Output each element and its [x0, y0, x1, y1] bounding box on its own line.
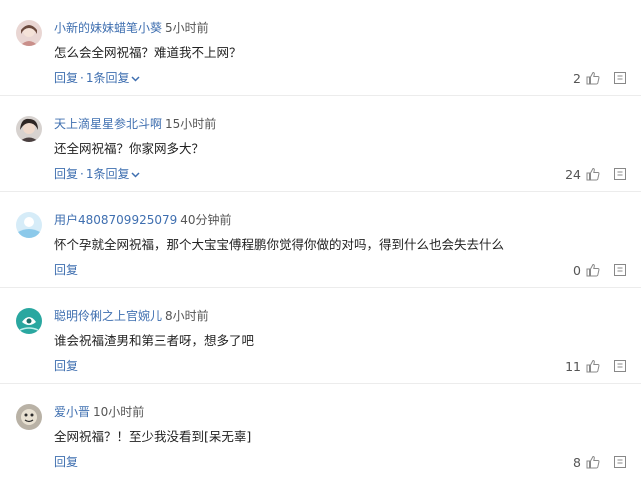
username-link[interactable]: 聪明伶俐之上官婉儿 — [54, 309, 162, 323]
comment-meta: 小新的妹妹蜡笔小葵 5小时前 — [54, 20, 209, 36]
timestamp: 8小时前 — [165, 309, 209, 323]
comment-box-icon[interactable] — [613, 359, 627, 373]
reply-button[interactable]: 回复 — [54, 167, 78, 181]
comment-item: 爱小晋 10小时前 全网祝福？！至少我没看到[呆无辜] 回复 8 — [0, 384, 641, 480]
comment-box-icon[interactable] — [613, 167, 627, 181]
comment-item: 聪明伶俐之上官婉儿 8小时前 谁会祝福渣男和第三者呀，想多了吧 回复 11 — [0, 288, 641, 384]
comment-item: 用户4808709925079 40分钟前 怀个孕就全网祝福，那个大宝宝傅程鹏你觉… — [0, 192, 641, 288]
like-count: 8 — [573, 454, 581, 470]
comment-right-actions: 24 — [565, 166, 627, 182]
avatar-default-blue-icon — [16, 212, 42, 238]
comment-actions: 回复 · 1条回复 — [54, 70, 141, 86]
like-count: 24 — [565, 166, 581, 182]
like-count: 0 — [573, 262, 581, 278]
comment-text: 还全网祝福？你家网多大？ — [54, 141, 205, 156]
comment-actions: 回复 — [54, 454, 78, 470]
thumbs-up-icon[interactable] — [586, 359, 600, 373]
comment-text: 怎么会全网祝福？难道我不上网？ — [54, 45, 242, 60]
comment-right-actions: 8 — [573, 454, 627, 470]
avatar-teal-icon — [16, 308, 42, 334]
comment-meta: 聪明伶俐之上官婉儿 8小时前 — [54, 308, 209, 324]
thumbs-up-icon[interactable] — [586, 167, 600, 181]
avatar-dark-hair-icon — [16, 116, 42, 142]
username-link[interactable]: 爱小晋 — [54, 405, 90, 419]
comment-right-actions: 0 — [573, 262, 627, 278]
reply-button[interactable]: 回复 — [54, 71, 78, 85]
reply-button[interactable]: 回复 — [54, 455, 78, 469]
like-count: 2 — [573, 70, 581, 86]
chevron-down-icon — [131, 75, 141, 82]
timestamp: 10小时前 — [93, 405, 145, 419]
username-link[interactable]: 用户4808709925079 — [54, 213, 177, 227]
comment-text: 全网祝福？！至少我没看到[呆无辜] — [54, 429, 252, 444]
comment-box-icon[interactable] — [613, 455, 627, 469]
reply-button[interactable]: 回复 — [54, 359, 78, 373]
timestamp: 15小时前 — [165, 117, 217, 131]
thumbs-up-icon[interactable] — [586, 263, 600, 277]
timestamp: 40分钟前 — [180, 213, 232, 227]
avatar[interactable] — [16, 116, 42, 142]
avatar[interactable] — [16, 212, 42, 238]
comment-meta: 天上滴星星参北斗啊 15小时前 — [54, 116, 216, 132]
like-count: 11 — [565, 358, 581, 374]
comment-box-icon[interactable] — [613, 71, 627, 85]
comment-right-actions: 2 — [573, 70, 627, 86]
avatar[interactable] — [16, 20, 42, 46]
username-link[interactable]: 小新的妹妹蜡笔小葵 — [54, 21, 162, 35]
view-replies-button[interactable]: 1条回复 — [86, 167, 141, 181]
separator: · — [80, 167, 84, 181]
comment-item: 天上滴星星参北斗啊 15小时前 还全网祝福？你家网多大？ 回复 · 1条回复 24 — [0, 96, 641, 192]
reply-button[interactable]: 回复 — [54, 263, 78, 277]
view-replies-button[interactable]: 1条回复 — [86, 71, 141, 85]
replies-count-label: 1条回复 — [85, 167, 130, 181]
comment-item: 小新的妹妹蜡笔小葵 5小时前 怎么会全网祝福？难道我不上网？ 回复 · 1条回复 2 — [0, 0, 641, 96]
avatar-cartoon-icon — [16, 404, 42, 430]
comment-meta: 用户4808709925079 40分钟前 — [54, 212, 232, 228]
avatar[interactable] — [16, 404, 42, 430]
timestamp: 5小时前 — [165, 21, 209, 35]
replies-count-label: 1条回复 — [85, 71, 130, 85]
comment-text: 怀个孕就全网祝福，那个大宝宝傅程鹏你觉得你做的对吗，得到什么也会失去什么 — [54, 237, 505, 252]
thumbs-up-icon[interactable] — [586, 71, 600, 85]
comment-meta: 爱小晋 10小时前 — [54, 404, 144, 420]
separator: · — [80, 71, 84, 85]
chevron-down-icon — [131, 171, 141, 178]
comment-right-actions: 11 — [565, 358, 627, 374]
comment-actions: 回复 · 1条回复 — [54, 166, 141, 182]
comment-actions: 回复 — [54, 262, 78, 278]
thumbs-up-icon[interactable] — [586, 455, 600, 469]
comment-actions: 回复 — [54, 358, 78, 374]
comment-box-icon[interactable] — [613, 263, 627, 277]
comment-list: 小新的妹妹蜡笔小葵 5小时前 怎么会全网祝福？难道我不上网？ 回复 · 1条回复 2 … — [0, 0, 641, 480]
username-link[interactable]: 天上滴星星参北斗啊 — [54, 117, 162, 131]
avatar-girl-icon — [16, 20, 42, 46]
avatar[interactable] — [16, 308, 42, 334]
comment-text: 谁会祝福渣男和第三者呀，想多了吧 — [54, 333, 255, 348]
